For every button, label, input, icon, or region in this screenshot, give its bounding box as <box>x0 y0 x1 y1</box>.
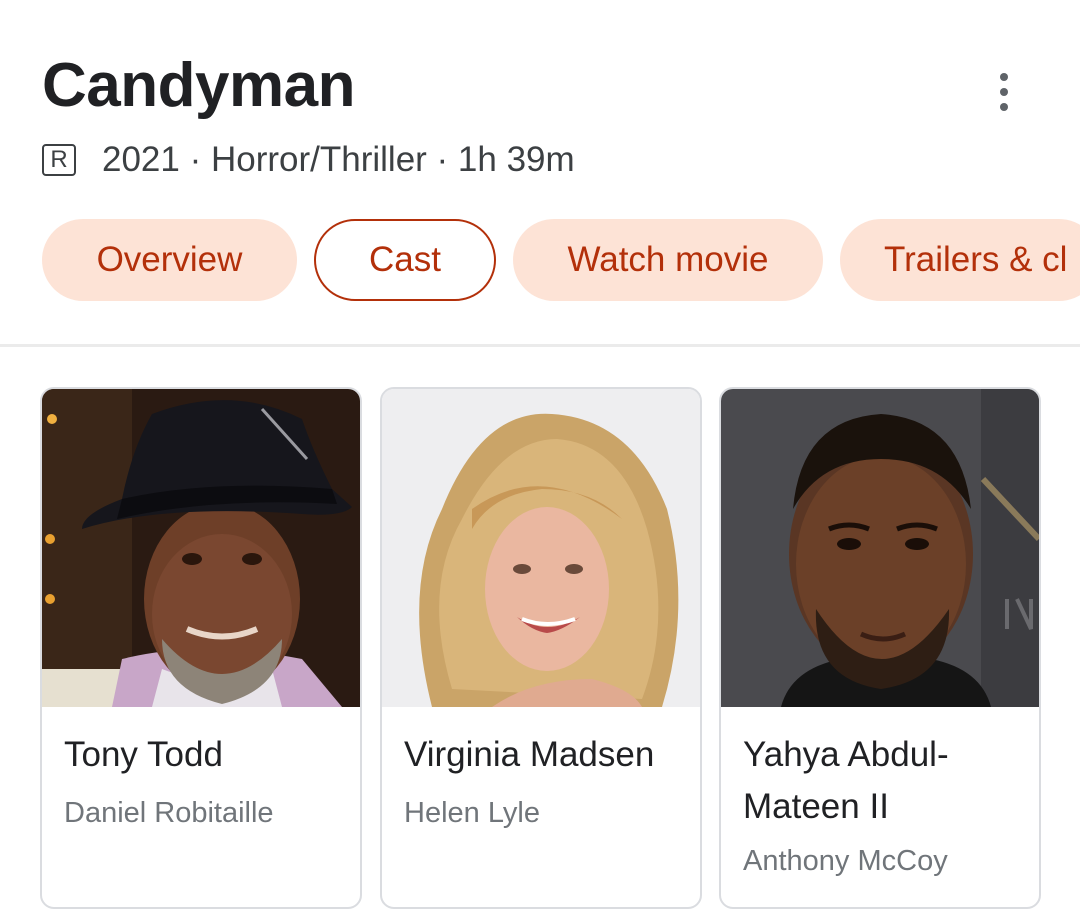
cast-card-virginia-madsen[interactable]: Virginia Madsen Helen Lyle <box>380 387 702 909</box>
tab-cast[interactable]: Cast <box>314 219 496 301</box>
character-name: Daniel Robitaille <box>64 797 274 829</box>
actor-photo <box>721 389 1039 707</box>
actor-photo <box>42 389 360 707</box>
tab-trailers-clips[interactable]: Trailers & cl <box>840 219 1080 301</box>
actor-photo <box>382 389 700 707</box>
tab-overview[interactable]: Overview <box>42 219 297 301</box>
cast-card-tony-todd[interactable]: Tony Todd Daniel Robitaille <box>40 387 362 909</box>
movie-meta: R 2021 · Horror/Thriller · 1h 39m <box>42 140 575 180</box>
divider <box>0 344 1080 347</box>
cast-card-yahya-abdul-mateen[interactable]: Yahya Abdul-Mateen II Anthony McCoy <box>719 387 1041 909</box>
more-options-icon[interactable] <box>980 68 1028 116</box>
character-name: Anthony McCoy <box>743 845 948 877</box>
actor-name: Yahya Abdul-Mateen II <box>743 735 949 826</box>
tab-bar: Overview Cast Watch movie Trailers & cl <box>0 219 1080 301</box>
meta-text: 2021 · Horror/Thriller · 1h 39m <box>102 140 575 179</box>
page-title: Candyman <box>42 51 355 120</box>
actor-name: Virginia Madsen <box>404 735 655 774</box>
character-name: Helen Lyle <box>404 797 540 829</box>
actor-name: Tony Todd <box>64 735 223 774</box>
tab-watch-movie[interactable]: Watch movie <box>513 219 823 301</box>
rating-badge: R <box>42 144 76 176</box>
